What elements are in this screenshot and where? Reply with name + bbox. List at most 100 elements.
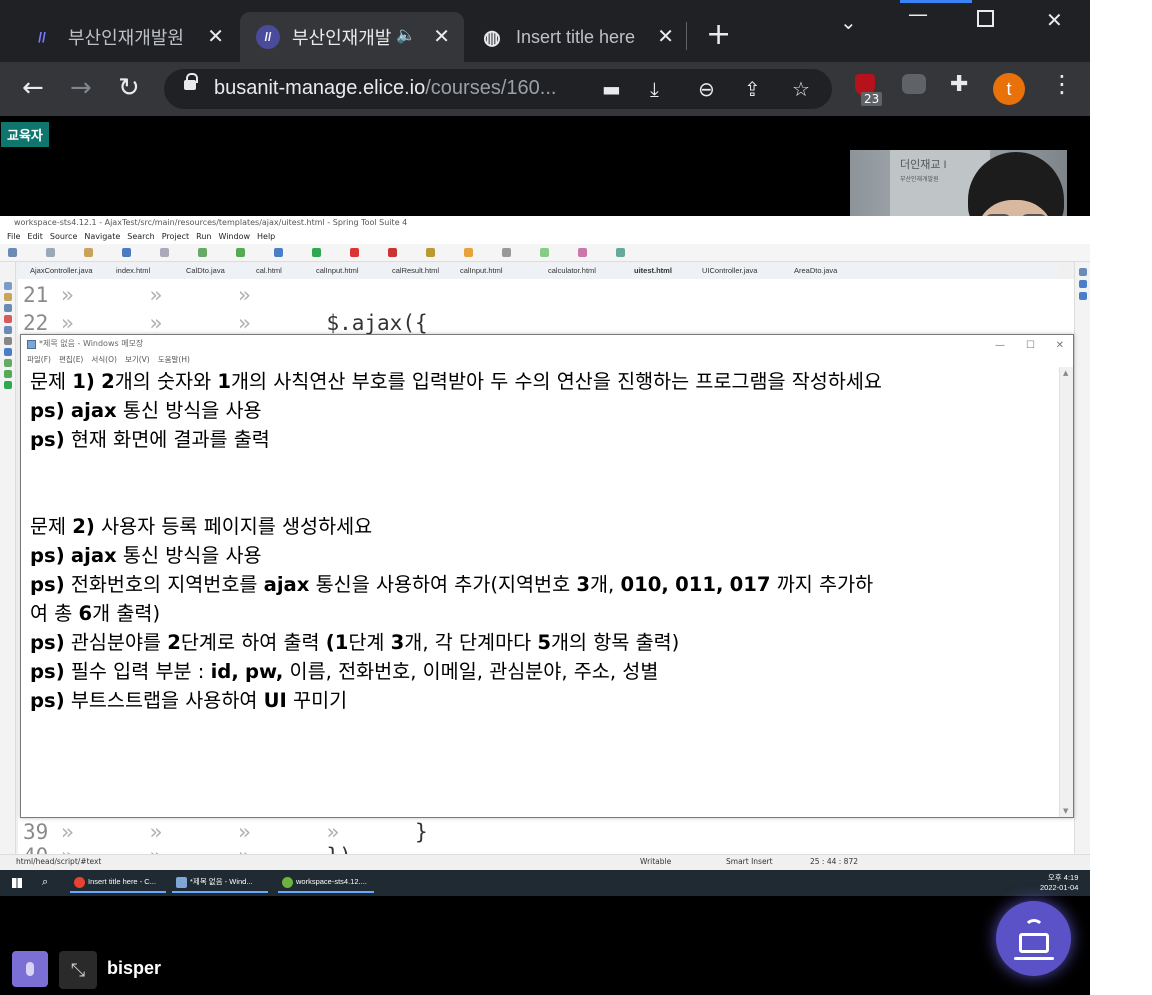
ide-side-icon[interactable] — [4, 381, 12, 389]
ide-menu-item[interactable]: File — [7, 232, 20, 241]
ide-menu-item[interactable]: Window — [218, 232, 250, 241]
ide-editor-tab[interactable]: AjaxController.java — [30, 266, 93, 275]
maximize-button[interactable] — [977, 10, 994, 27]
ide-side-icon[interactable] — [4, 348, 12, 356]
ide-toolbar-icon[interactable] — [122, 248, 131, 257]
ide-editor-tab[interactable]: calculator.html — [548, 266, 596, 275]
code-line: 39 » » » » } — [23, 820, 428, 844]
notepad-menu-item[interactable]: 서식(O) — [91, 355, 117, 364]
reload-button[interactable]: ↻ — [118, 75, 140, 101]
ide-toolbar-icon[interactable] — [388, 248, 397, 257]
back-button[interactable]: ← — [22, 75, 44, 101]
bookmark-star-icon[interactable]: ☆ — [792, 77, 810, 101]
notepad-text-area[interactable]: 문제 1) 2개의 숫자와 1개의 사칙연산 부호를 입력받아 두 수의 연산을… — [21, 367, 1059, 817]
ide-toolbar-icon[interactable] — [502, 248, 511, 257]
notepad-menu-item[interactable]: 도움말(H) — [158, 355, 190, 364]
ide-menu-item[interactable]: Project — [162, 232, 189, 241]
robot-extension-icon[interactable] — [902, 74, 926, 94]
ide-editor-tab[interactable]: UIController.java — [702, 266, 757, 275]
code-text: } — [414, 820, 428, 844]
ide-side-icon[interactable] — [4, 304, 12, 312]
ide-menu-item[interactable]: Edit — [27, 232, 43, 241]
install-icon[interactable]: ⤓ — [650, 77, 659, 101]
ide-menu-item[interactable]: Search — [127, 232, 154, 241]
zoom-icon[interactable]: ⊖ — [698, 77, 715, 101]
ide-editor-tab[interactable]: AreaDto.java — [794, 266, 837, 275]
ide-editor-tab[interactable]: CalDto.java — [186, 266, 225, 275]
share-icon[interactable]: ⇪ — [744, 77, 761, 101]
speaker-icon[interactable]: 🔈 — [396, 25, 416, 45]
taskbar-app-chrome[interactable]: Insert title here - C... — [70, 873, 166, 893]
ide-side-icon[interactable] — [1079, 292, 1087, 300]
camera-blocked-icon[interactable]: ▬ — [602, 77, 621, 101]
ide-toolbar-icon[interactable] — [46, 248, 55, 257]
forward-button[interactable]: → — [70, 75, 92, 101]
ide-menu-item[interactable]: Navigate — [84, 232, 120, 241]
ide-editor-tab[interactable]: calInput.html — [316, 266, 359, 275]
ide-side-icon[interactable] — [4, 293, 12, 301]
address-bar[interactable]: busanit-manage.elice.io/courses/160... ▬… — [164, 69, 832, 109]
screen-share-button[interactable] — [996, 901, 1071, 976]
close-icon[interactable]: ✕ — [657, 24, 674, 49]
notepad-menu-item[interactable]: 편집(E) — [59, 355, 83, 364]
ide-side-icon[interactable] — [4, 359, 12, 367]
tab-search-icon[interactable]: ⌄ — [840, 10, 857, 34]
search-icon[interactable]: ⌕ — [42, 875, 48, 889]
taskbar-app-sts[interactable]: workspace-sts4.12.... — [278, 873, 374, 893]
ide-side-icon[interactable] — [1079, 280, 1087, 288]
taskbar-app-notepad[interactable]: *제목 없음 - Wind... — [172, 873, 268, 893]
menu-kebab-icon[interactable]: ⋮ — [1050, 70, 1074, 98]
ide-toolbar-icon[interactable] — [236, 248, 245, 257]
ide-side-icon[interactable] — [4, 315, 12, 323]
ide-side-icon[interactable] — [4, 337, 12, 345]
ide-side-icon[interactable] — [1079, 268, 1087, 276]
ide-toolbar-icon[interactable] — [616, 248, 625, 257]
notepad-menu-item[interactable]: 파일(F) — [27, 355, 51, 364]
ide-side-icon[interactable] — [4, 282, 12, 290]
ide-editor-tab[interactable]: calResult.html — [392, 266, 439, 275]
browser-window: // 부산인재개발원 ✕ // 부산인재개발 🔈 ✕ ◍ Insert titl… — [0, 0, 1090, 995]
tab-busanit-1[interactable]: // 부산인재개발원 ✕ — [0, 12, 238, 62]
notepad-scrollbar[interactable] — [1059, 367, 1073, 817]
ide-side-icon[interactable] — [4, 326, 12, 334]
tab-busanit-2[interactable]: // 부산인재개발 🔈 ✕ — [240, 12, 464, 62]
tab-insert-title[interactable]: ◍ Insert title here ✕ — [466, 12, 688, 62]
tab-separator — [686, 22, 687, 50]
close-icon[interactable]: ✕ — [433, 24, 450, 49]
extensions-puzzle-icon[interactable]: ✚ — [950, 72, 968, 97]
ide-toolbar-icon[interactable] — [426, 248, 435, 257]
ide-toolbar-icon[interactable] — [464, 248, 473, 257]
ide-menu-item[interactable]: Source — [50, 232, 77, 241]
notepad-menu-item[interactable]: 보기(V) — [125, 355, 150, 364]
ide-editor-tab[interactable]: cal.html — [256, 266, 282, 275]
ide-toolbar-icon[interactable] — [578, 248, 587, 257]
new-tab-button[interactable]: + — [706, 20, 731, 50]
profile-avatar[interactable]: t — [993, 73, 1025, 105]
shared-screen: workspace-sts4.12.1 - AjaxTest/src/main/… — [0, 216, 1090, 896]
ide-editor-tab[interactable]: uitest.html — [634, 266, 672, 275]
status-mode: Writable — [640, 857, 672, 866]
ide-toolbar-icon[interactable] — [312, 248, 321, 257]
notepad-window[interactable]: *제목 없음 - Windows 메모장 — ☐ ✕ 파일(F) 편집(E) 서식(… — [20, 334, 1074, 818]
windows-start-icon[interactable] — [12, 878, 22, 888]
ide-editor-tab[interactable]: index.html — [116, 266, 150, 275]
ide-toolbar-icon[interactable] — [160, 248, 169, 257]
ide-editor-tab[interactable]: calInput.html — [460, 266, 503, 275]
close-icon[interactable]: ✕ — [207, 24, 224, 49]
line-number: 22 — [23, 311, 49, 335]
ide-menu-item[interactable]: Run — [196, 232, 211, 241]
ide-toolbar-icon[interactable] — [84, 248, 93, 257]
close-window-button[interactable]: ✕ — [1046, 8, 1063, 32]
ide-toolbar-icon[interactable] — [8, 248, 17, 257]
lock-icon[interactable] — [184, 73, 198, 90]
ide-toolbar-icon[interactable] — [198, 248, 207, 257]
clock-date: 2022-01-04 — [1040, 883, 1079, 892]
minimize-button[interactable]: — — [908, 2, 928, 26]
microphone-button[interactable] — [12, 951, 48, 987]
ide-menu-item[interactable]: Help — [257, 232, 275, 241]
ide-toolbar-icon[interactable] — [350, 248, 359, 257]
ide-side-icon[interactable] — [4, 370, 12, 378]
minimize-video-icon[interactable]: ⤡ — [59, 951, 97, 989]
ide-toolbar-icon[interactable] — [540, 248, 549, 257]
ide-toolbar-icon[interactable] — [274, 248, 283, 257]
